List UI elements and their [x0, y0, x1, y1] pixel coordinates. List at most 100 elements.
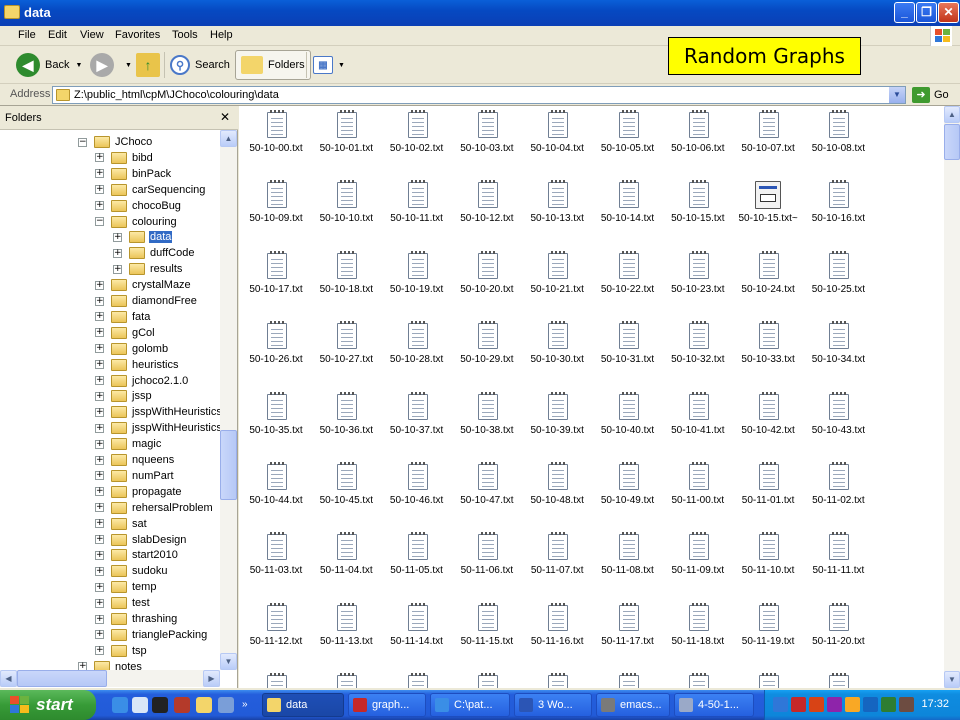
- menu-file[interactable]: File: [18, 29, 36, 41]
- tree-item-carsequencing[interactable]: + carSequencing: [95, 182, 206, 198]
- tree-item-jchoco[interactable]: − JChoco: [78, 134, 153, 150]
- file-item[interactable]: 50-10-32.txt: [663, 317, 733, 387]
- file-item[interactable]: 50-10-02.txt: [382, 106, 452, 176]
- file-item[interactable]: [733, 669, 803, 688]
- scroll-down-icon[interactable]: ▼: [944, 671, 960, 688]
- tree-item-data[interactable]: + data: [113, 229, 173, 245]
- address-dropdown-icon[interactable]: ▼: [889, 87, 905, 103]
- expand-icon[interactable]: +: [95, 630, 104, 640]
- file-item[interactable]: 50-10-16.txt: [803, 176, 873, 246]
- tree-item-nqueens[interactable]: + nqueens: [95, 452, 175, 468]
- file-item[interactable]: 50-11-13.txt: [311, 599, 381, 669]
- file-item[interactable]: 50-10-25.txt: [803, 247, 873, 317]
- taskbar-button[interactable]: C:\pat...: [430, 693, 510, 717]
- tree-item-jsspwithheuristics[interactable]: + jsspWithHeuristics: [95, 404, 220, 420]
- file-item[interactable]: 50-11-07.txt: [522, 528, 592, 598]
- tree-item-notes[interactable]: + notes: [78, 659, 143, 670]
- ie-quicklaunch-icon[interactable]: [112, 697, 128, 713]
- expand-icon[interactable]: +: [113, 248, 122, 258]
- folders-horizontal-scrollbar[interactable]: ◀ ▶: [0, 670, 220, 687]
- file-item[interactable]: 50-10-18.txt: [311, 247, 381, 317]
- expand-icon[interactable]: +: [113, 232, 122, 242]
- scroll-thumb[interactable]: [944, 124, 960, 160]
- tool-quicklaunch-icon[interactable]: [174, 697, 190, 713]
- folder-quicklaunch-icon[interactable]: [196, 697, 212, 713]
- file-item[interactable]: 50-11-20.txt: [803, 599, 873, 669]
- tree-item-chocobug[interactable]: + chocoBug: [95, 198, 182, 214]
- start-button[interactable]: start: [0, 690, 96, 720]
- file-item[interactable]: 50-11-14.txt: [382, 599, 452, 669]
- expand-icon[interactable]: +: [95, 535, 104, 544]
- file-item[interactable]: 50-10-28.txt: [382, 317, 452, 387]
- tree-item-gcol[interactable]: + gCol: [95, 325, 156, 341]
- file-item[interactable]: 50-11-19.txt: [733, 599, 803, 669]
- tree-item-sudoku[interactable]: + sudoku: [95, 563, 168, 579]
- views-button[interactable]: ▦ ▼: [313, 50, 345, 80]
- tree-item-thrashing[interactable]: + thrashing: [95, 611, 178, 627]
- file-item[interactable]: 50-10-03.txt: [452, 106, 522, 176]
- file-item[interactable]: 50-10-06.txt: [663, 106, 733, 176]
- quicklaunch-expand-icon[interactable]: »: [242, 699, 248, 710]
- file-item[interactable]: 50-10-42.txt: [733, 388, 803, 458]
- go-button[interactable]: ➜ Go: [912, 86, 949, 104]
- file-item[interactable]: 50-11-15.txt: [452, 599, 522, 669]
- file-item[interactable]: 50-10-14.txt: [593, 176, 663, 246]
- tree-item-fata[interactable]: + fata: [95, 309, 151, 325]
- menu-edit[interactable]: Edit: [48, 29, 67, 41]
- file-item[interactable]: 50-11-10.txt: [733, 528, 803, 598]
- back-button[interactable]: ◀ Back ▼: [16, 50, 82, 80]
- expand-icon[interactable]: +: [95, 471, 104, 481]
- tree-item-magic[interactable]: + magic: [95, 436, 162, 452]
- minimize-button[interactable]: _: [894, 2, 915, 23]
- file-item[interactable]: 50-10-01.txt: [311, 106, 381, 176]
- title-bar[interactable]: data _ ❐ ✕: [0, 0, 960, 26]
- outlook-quicklaunch-icon[interactable]: [132, 697, 148, 713]
- taskbar-button[interactable]: 3 Wo...: [514, 693, 592, 717]
- file-item[interactable]: 50-10-10.txt: [311, 176, 381, 246]
- file-item[interactable]: 50-11-09.txt: [663, 528, 733, 598]
- file-item[interactable]: 50-10-21.txt: [522, 247, 592, 317]
- search-button[interactable]: ⚲ Search: [170, 50, 230, 80]
- close-pane-icon[interactable]: ✕: [220, 110, 230, 124]
- expand-icon[interactable]: +: [113, 264, 122, 274]
- tree-item-propagate[interactable]: + propagate: [95, 484, 183, 500]
- file-item[interactable]: 50-11-00.txt: [663, 458, 733, 528]
- menu-favorites[interactable]: Favorites: [115, 29, 160, 41]
- cmd-quicklaunch-icon[interactable]: [152, 697, 168, 713]
- file-item[interactable]: 50-10-20.txt: [452, 247, 522, 317]
- file-item[interactable]: [663, 669, 733, 688]
- expand-icon[interactable]: +: [95, 455, 104, 465]
- tree-item-jssp[interactable]: + jssp: [95, 388, 153, 404]
- tree-item-colouring[interactable]: − colouring: [95, 214, 178, 230]
- tree-item-bibd[interactable]: + bibd: [95, 150, 154, 166]
- tree-item-temp[interactable]: + temp: [95, 579, 157, 595]
- tree-item-numpart[interactable]: + numPart: [95, 468, 175, 484]
- file-item[interactable]: 50-10-08.txt: [803, 106, 873, 176]
- pdf-icon[interactable]: [791, 697, 806, 712]
- expand-icon[interactable]: +: [95, 344, 104, 354]
- file-item[interactable]: [522, 669, 592, 688]
- file-item[interactable]: 50-10-12.txt: [452, 176, 522, 246]
- expand-icon[interactable]: +: [95, 201, 104, 211]
- file-item[interactable]: 50-10-15.txt~: [733, 176, 803, 246]
- file-item[interactable]: 50-10-17.txt: [241, 247, 311, 317]
- dropdown-arrow-icon[interactable]: ▼: [338, 62, 345, 69]
- file-item[interactable]: 50-11-02.txt: [803, 458, 873, 528]
- collapse-icon[interactable]: −: [95, 217, 104, 226]
- expand-icon[interactable]: +: [95, 423, 104, 433]
- expand-icon[interactable]: +: [95, 407, 104, 417]
- expand-icon[interactable]: +: [95, 376, 104, 385]
- expand-icon[interactable]: +: [95, 614, 104, 624]
- file-item[interactable]: 50-10-24.txt: [733, 247, 803, 317]
- tree-item-sat[interactable]: + sat: [95, 516, 148, 532]
- expand-icon[interactable]: +: [95, 296, 104, 306]
- file-item[interactable]: 50-11-03.txt: [241, 528, 311, 598]
- scroll-right-icon[interactable]: ▶: [203, 670, 220, 687]
- expand-icon[interactable]: +: [95, 328, 104, 338]
- address-input[interactable]: Z:\public_html\cpM\JChoco\colouring\data…: [52, 86, 906, 104]
- expand-icon[interactable]: +: [95, 391, 104, 401]
- app-quicklaunch-icon[interactable]: [218, 697, 234, 713]
- expand-icon[interactable]: +: [95, 312, 104, 322]
- taskbar-button[interactable]: graph...: [348, 693, 426, 717]
- file-item[interactable]: 50-10-31.txt: [593, 317, 663, 387]
